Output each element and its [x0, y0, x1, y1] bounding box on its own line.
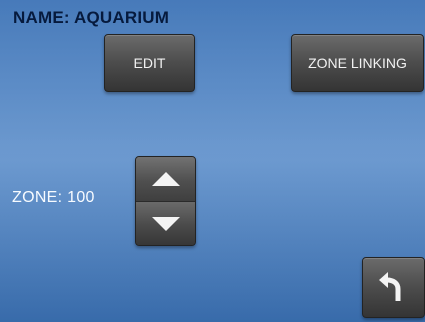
- edit-button-label: EDIT: [133, 55, 166, 71]
- zone-linking-button[interactable]: ZONE LINKING: [291, 34, 424, 92]
- up-arrow-icon: [151, 172, 180, 186]
- zone-linking-button-label: ZONE LINKING: [308, 55, 407, 71]
- zone-up-button[interactable]: [136, 157, 195, 202]
- down-arrow-icon: [151, 217, 180, 231]
- zone-down-button[interactable]: [136, 202, 195, 245]
- back-button[interactable]: [362, 257, 425, 318]
- page-title: NAME: AQUARIUM: [13, 8, 170, 27]
- edit-button[interactable]: EDIT: [104, 34, 195, 92]
- zone-label: ZONE: 100: [12, 189, 95, 206]
- zone-stepper: [135, 156, 196, 246]
- back-arrow-icon: [378, 271, 400, 301]
